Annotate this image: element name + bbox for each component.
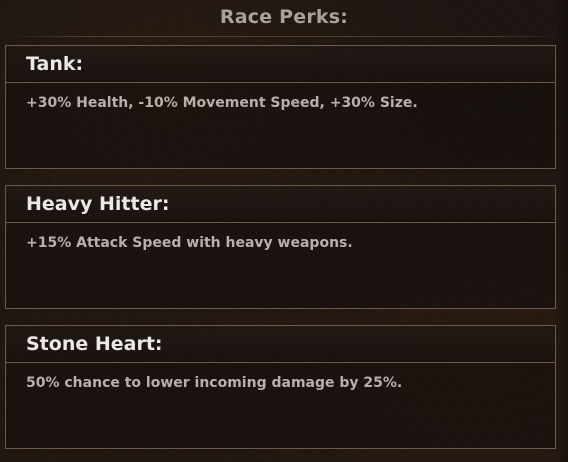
- panel-title: Race Perks:: [219, 6, 349, 28]
- perk-name: Heavy Hitter:: [26, 193, 170, 215]
- perk-card-tank: Tank: +30% Health, -10% Movement Speed, …: [5, 45, 556, 169]
- perk-header: Tank:: [6, 46, 555, 83]
- perk-header: Heavy Hitter:: [6, 186, 555, 223]
- perk-description: +30% Health, -10% Movement Speed, +30% S…: [26, 95, 418, 111]
- perk-name: Tank:: [26, 53, 84, 75]
- perk-name: Stone Heart:: [26, 333, 163, 355]
- panel-edge-shadow: [556, 0, 568, 462]
- perk-description: 50% chance to lower incoming damage by 2…: [26, 375, 403, 391]
- perk-header: Stone Heart:: [6, 326, 555, 363]
- title-divider: [0, 36, 568, 37]
- perk-card-stone-heart: Stone Heart: 50% chance to lower incomin…: [5, 325, 556, 449]
- perk-card-heavy-hitter: Heavy Hitter: +15% Attack Speed with hea…: [5, 185, 556, 309]
- perk-description: +15% Attack Speed with heavy weapons.: [26, 235, 353, 251]
